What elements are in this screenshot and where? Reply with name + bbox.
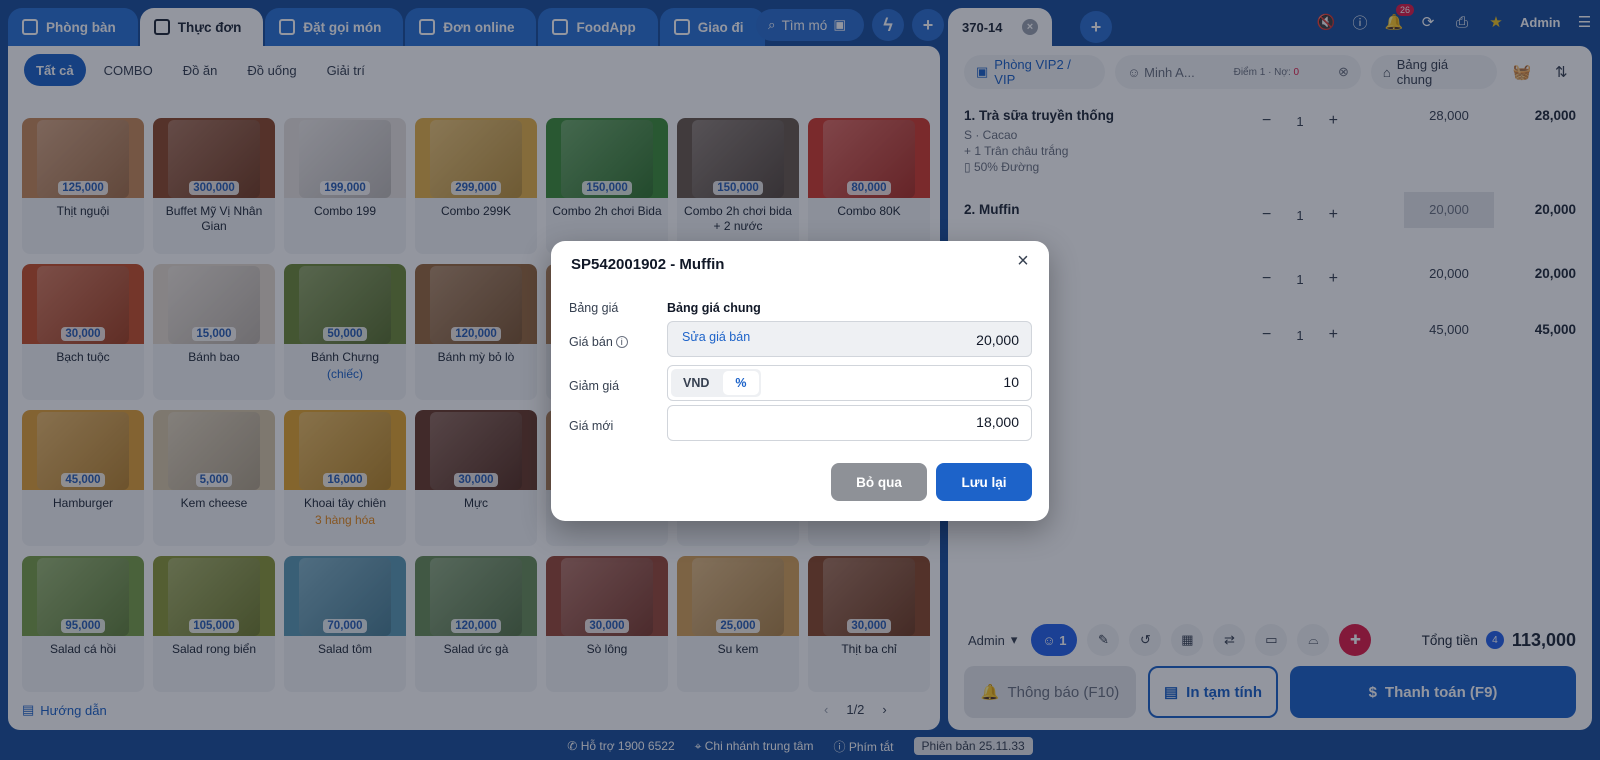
new-price-value: 18,000	[976, 414, 1019, 430]
edit-price-link[interactable]: Sửa giá bán	[682, 330, 750, 344]
edit-price-dialog: SP542001902 - Muffin × Bảng giá Bảng giá…	[551, 241, 1049, 521]
discount-unit-toggle: VND %	[671, 369, 761, 397]
save-button[interactable]: Lưu lại	[936, 463, 1032, 501]
discount-input[interactable]: VND % 10	[667, 365, 1032, 401]
cancel-button[interactable]: Bỏ qua	[831, 463, 927, 501]
price-field: Sửa giá bán 20,000	[667, 321, 1032, 357]
discount-value: 10	[1003, 374, 1019, 390]
price-label: Giá bán i	[569, 335, 628, 349]
unit-percent-option[interactable]: %	[723, 371, 759, 395]
pricebook-value: Bảng giá chung	[667, 301, 761, 315]
new-price-field[interactable]: 18,000	[667, 405, 1032, 441]
close-icon[interactable]: ×	[1011, 249, 1035, 273]
new-price-label: Giá mới	[569, 419, 614, 433]
info-icon[interactable]: i	[615, 336, 628, 348]
pricebook-label: Bảng giá	[569, 301, 619, 315]
price-value: 20,000	[976, 332, 1019, 348]
dialog-title: SP542001902 - Muffin	[571, 256, 725, 273]
unit-vnd-option[interactable]: VND	[671, 369, 721, 397]
discount-label: Giảm giá	[569, 379, 620, 393]
